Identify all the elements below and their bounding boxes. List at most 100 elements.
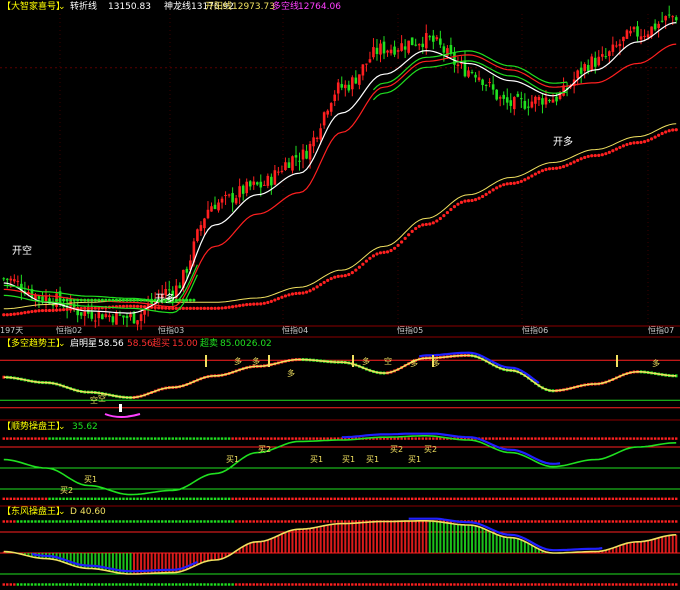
signal-dot <box>160 583 164 586</box>
signal-dot <box>446 583 449 586</box>
signal-dot <box>675 520 678 523</box>
signal-dot <box>618 497 622 500</box>
signal-dot <box>83 520 86 523</box>
signal-dot <box>312 520 315 523</box>
signal-dot <box>502 520 505 523</box>
signal-dot <box>27 497 30 500</box>
trend-dot-green <box>107 298 111 302</box>
signal-dot <box>129 583 132 586</box>
candle-body <box>442 46 446 53</box>
signal-dot <box>164 437 167 440</box>
signal-dot <box>449 583 453 586</box>
trend-dot <box>322 280 326 285</box>
signal-dot <box>548 437 551 440</box>
trend-dot <box>142 305 147 309</box>
trend-dot <box>407 233 411 237</box>
signal-dot <box>189 437 192 440</box>
signal-dot <box>587 497 590 500</box>
signal-dot <box>203 583 206 586</box>
column-bar <box>316 527 319 553</box>
signal-dot <box>537 583 541 586</box>
trend-signal: 多 <box>410 358 418 368</box>
signal-dot <box>636 437 639 440</box>
column-bar <box>379 521 382 553</box>
column-bar <box>287 531 290 553</box>
candle-body <box>632 27 636 30</box>
signal-dot <box>294 520 298 523</box>
signal-dot <box>55 437 58 440</box>
trend-dot <box>410 229 414 234</box>
momentum-panel-menu-icon[interactable]: ⌄ <box>58 422 66 432</box>
signal-dot <box>48 520 51 523</box>
trend-dot <box>171 306 175 310</box>
signal-dot <box>513 497 516 500</box>
candle-body <box>365 63 368 65</box>
trend-dot-green <box>93 298 97 302</box>
legend-value-0: 40.60 <box>80 507 106 517</box>
signal-dot <box>104 520 108 523</box>
signal-dot <box>513 437 516 440</box>
column-bar <box>456 524 459 553</box>
signal-dot <box>16 520 20 523</box>
signal-dot <box>506 520 509 523</box>
trend-dot <box>512 181 516 185</box>
signal-dot <box>37 497 41 500</box>
signal-dot <box>477 497 481 500</box>
main-panel-menu-icon[interactable]: ⌄ <box>58 2 66 12</box>
signal-dot <box>41 520 44 523</box>
signal-dot <box>23 583 27 586</box>
signal-dot <box>664 497 667 500</box>
trend-dot-green <box>76 298 80 302</box>
column-bar <box>523 541 526 553</box>
signal-dot <box>590 583 593 586</box>
wind-panel-menu-icon[interactable]: ⌄ <box>58 507 66 517</box>
signal-dot <box>516 520 520 523</box>
signal-dot <box>597 583 600 586</box>
trend-dot <box>590 154 594 158</box>
oscillator-line <box>3 520 677 575</box>
candle-body <box>111 316 115 323</box>
signal-dot <box>354 583 358 586</box>
signal-dot <box>30 437 34 440</box>
candle-body <box>361 64 365 76</box>
candle-body <box>122 315 125 318</box>
trend-dot <box>593 153 597 158</box>
trend-dot <box>329 276 333 281</box>
signal-dot <box>653 520 657 523</box>
signal-dot <box>372 497 375 500</box>
candle-body <box>291 156 294 171</box>
candle-body <box>354 77 358 84</box>
candle-body <box>382 41 386 54</box>
signal-dot <box>129 520 132 523</box>
signal-dot <box>87 520 90 523</box>
signal-dot <box>178 497 182 500</box>
trend-dot <box>502 183 506 187</box>
signal-dot <box>227 520 231 523</box>
signal-dot <box>523 520 527 523</box>
signal-dot <box>337 520 340 523</box>
signal-dot <box>118 437 122 440</box>
signal-dot <box>544 583 548 586</box>
legend-label-1: 神龙线 <box>164 0 191 12</box>
signal-dot <box>185 583 189 586</box>
column-bar <box>361 522 364 553</box>
signal-dot <box>653 497 657 500</box>
legend-label-0: 启明星 <box>70 337 97 349</box>
signal-dot <box>72 437 76 440</box>
trend-dot <box>473 197 478 202</box>
signal-dot <box>51 520 55 523</box>
signal-dot <box>65 437 69 440</box>
column-bar <box>266 539 269 553</box>
trend-dot <box>132 304 136 308</box>
candle-body <box>305 150 308 159</box>
signal-dot <box>284 497 287 500</box>
signal-dot <box>572 497 576 500</box>
signal-dot <box>393 583 396 586</box>
candle-body <box>601 54 604 57</box>
trend-panel-menu-icon[interactable]: ⌄ <box>58 339 66 349</box>
signal-dot <box>520 520 523 523</box>
signal-dot <box>20 437 23 440</box>
signal-dot <box>62 520 65 523</box>
candle-body <box>664 15 667 21</box>
signal-dot <box>160 520 164 523</box>
